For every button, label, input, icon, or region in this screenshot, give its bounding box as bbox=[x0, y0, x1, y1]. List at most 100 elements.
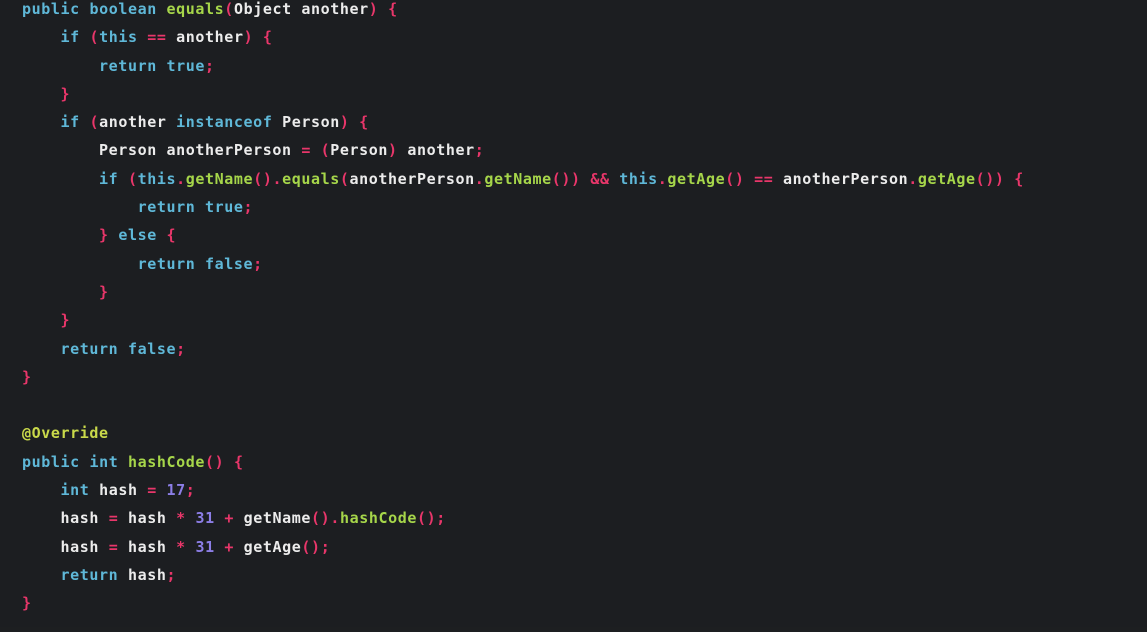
code-line[interactable]: int hash = 17; bbox=[22, 476, 1147, 504]
code-token: getAge bbox=[667, 169, 726, 188]
code-token: equals bbox=[282, 169, 340, 188]
code-line[interactable]: Person anotherPerson = (Person) another; bbox=[22, 136, 1147, 164]
code-token: ; bbox=[185, 481, 196, 500]
code-editor[interactable]: public boolean equals(Object another) { … bbox=[0, 0, 1147, 627]
code-token: ; bbox=[474, 141, 485, 160]
code-token: () bbox=[725, 169, 745, 188]
code-token: ; bbox=[205, 56, 215, 75]
code-line[interactable]: @Override bbox=[22, 419, 1147, 447]
code-line[interactable]: if (this.getName().equals(anotherPerson.… bbox=[22, 165, 1147, 193]
code-line[interactable]: } bbox=[22, 589, 1147, 617]
code-token: } bbox=[60, 84, 71, 103]
code-token: anotherPerson bbox=[349, 169, 475, 188]
code-line[interactable]: if (this == another) { bbox=[22, 23, 1147, 51]
code-token: ; bbox=[243, 198, 254, 217]
code-line[interactable]: } bbox=[22, 80, 1147, 108]
code-token: . bbox=[176, 169, 186, 188]
code-line[interactable]: return true; bbox=[22, 193, 1147, 221]
code-token: getName bbox=[484, 169, 552, 188]
code-token: instanceof bbox=[176, 113, 273, 132]
code-token: this bbox=[99, 28, 138, 47]
code-line[interactable]: } else { bbox=[22, 221, 1147, 249]
code-token: return bbox=[60, 339, 119, 358]
code-line[interactable]: hash = hash * 31 + getName().hashCode(); bbox=[22, 504, 1147, 532]
code-token: ) bbox=[388, 141, 398, 160]
code-token: another bbox=[99, 113, 167, 132]
code-token: . bbox=[474, 169, 485, 188]
code-content[interactable]: public boolean equals(Object another) { … bbox=[22, 0, 1147, 618]
code-line[interactable]: return false; bbox=[22, 335, 1147, 363]
code-line[interactable]: public boolean equals(Object another) { bbox=[22, 0, 1147, 23]
code-token: () bbox=[205, 452, 225, 471]
code-token: . bbox=[908, 169, 918, 188]
code-line[interactable]: } bbox=[22, 278, 1147, 306]
code-token: 31 bbox=[195, 509, 215, 528]
code-line[interactable]: return false; bbox=[22, 250, 1147, 278]
code-token: if bbox=[60, 28, 80, 47]
code-line[interactable]: public int hashCode() { bbox=[22, 448, 1147, 476]
code-token: ()) bbox=[551, 169, 581, 188]
code-line[interactable] bbox=[22, 391, 1147, 419]
code-token: = bbox=[301, 141, 311, 160]
code-token: getName bbox=[243, 509, 312, 528]
code-token: true bbox=[166, 56, 206, 75]
code-token: ; bbox=[253, 254, 263, 273]
code-token: ( bbox=[339, 169, 350, 188]
code-token: return bbox=[137, 254, 196, 273]
code-line[interactable]: if (another instanceof Person) { bbox=[22, 108, 1147, 136]
code-token: hash bbox=[99, 481, 138, 500]
code-token: int bbox=[60, 481, 90, 500]
code-line[interactable]: return true; bbox=[22, 52, 1147, 80]
code-token: ; bbox=[436, 509, 446, 528]
code-token: ) bbox=[368, 0, 379, 18]
code-token: . bbox=[272, 169, 283, 188]
code-token: true bbox=[205, 198, 244, 217]
code-token: { bbox=[166, 226, 177, 245]
code-token: another bbox=[407, 141, 475, 160]
code-token: = bbox=[108, 509, 119, 528]
code-token: hash bbox=[60, 509, 100, 528]
code-token: { bbox=[1014, 169, 1024, 188]
code-line[interactable]: } bbox=[22, 306, 1147, 334]
code-token: getAge bbox=[917, 169, 976, 188]
code-line[interactable]: } bbox=[22, 363, 1147, 391]
code-token: + bbox=[224, 537, 234, 556]
code-line[interactable]: return hash; bbox=[22, 561, 1147, 589]
code-token: } bbox=[22, 367, 32, 386]
code-token: { bbox=[359, 113, 369, 132]
code-token: ()) bbox=[975, 169, 1005, 188]
code-line[interactable]: hash = hash * 31 + getAge(); bbox=[22, 533, 1147, 561]
code-token: ) bbox=[243, 28, 254, 47]
